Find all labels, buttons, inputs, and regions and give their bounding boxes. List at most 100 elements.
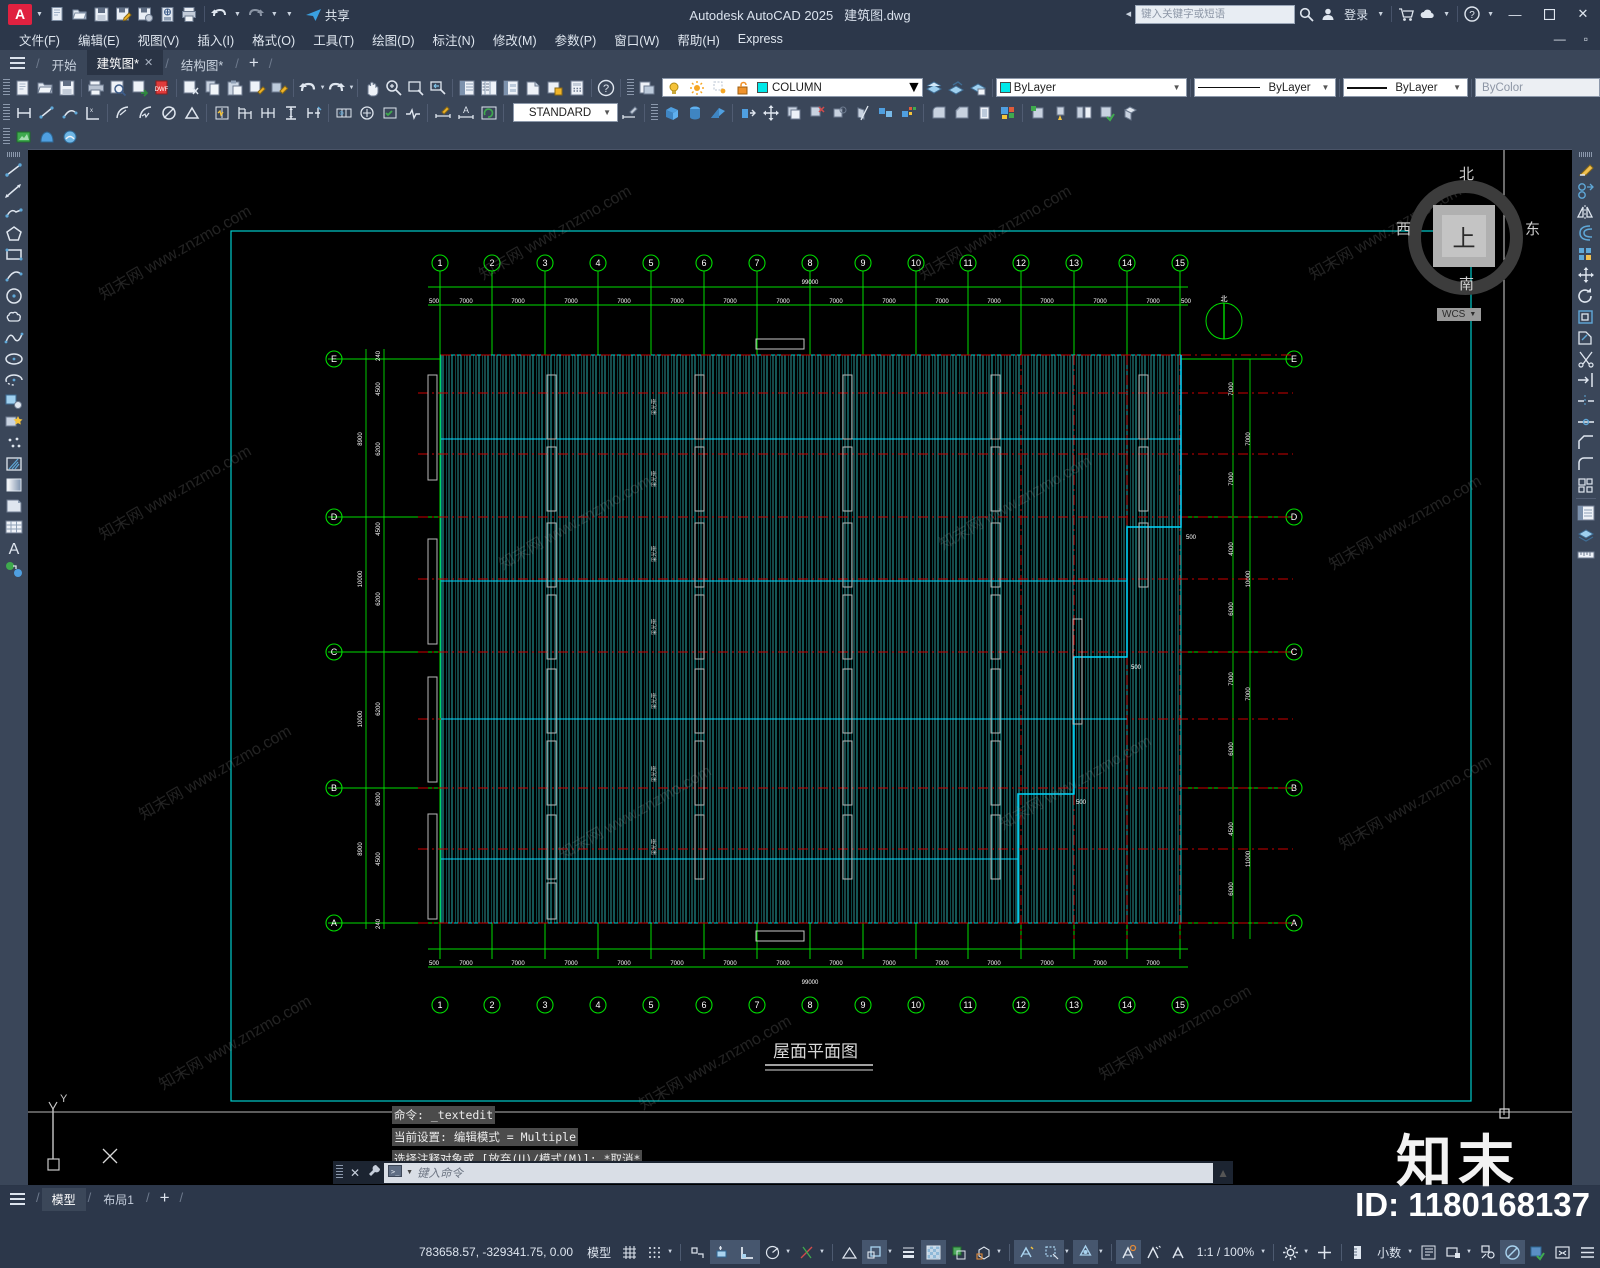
layer-freeze-vp-icon[interactable] bbox=[709, 77, 732, 99]
rotate-icon[interactable] bbox=[1573, 285, 1599, 306]
doc-restore-button[interactable]: ▫ bbox=[1576, 32, 1596, 46]
3d-shell-icon[interactable] bbox=[973, 102, 996, 124]
publish-icon[interactable] bbox=[129, 77, 151, 99]
coordinates-display[interactable]: 783658.57, -329341.75, 0.00 bbox=[411, 1245, 581, 1259]
dim-aligned-icon[interactable] bbox=[35, 102, 58, 124]
layer-combo-caret-icon[interactable]: ▼ bbox=[906, 79, 922, 97]
make-block-icon[interactable] bbox=[1, 411, 27, 432]
3d-solid-history-icon[interactable] bbox=[1118, 102, 1141, 124]
dynamic-input-icon[interactable] bbox=[710, 1240, 736, 1264]
layer-unlock-icon[interactable] bbox=[732, 77, 755, 99]
plot-icon[interactable] bbox=[135, 3, 157, 25]
print-icon[interactable] bbox=[179, 3, 201, 25]
ray-icon[interactable] bbox=[1, 180, 27, 201]
visual-style-icon[interactable] bbox=[35, 126, 58, 148]
3d-snap-caret-icon[interactable]: ▼ bbox=[996, 1249, 1005, 1255]
toolpalettes-icon[interactable] bbox=[500, 77, 522, 99]
copy-icon[interactable] bbox=[202, 77, 224, 99]
dim-space-icon[interactable] bbox=[279, 102, 302, 124]
infer-constraints-icon[interactable] bbox=[685, 1240, 710, 1264]
account-caret-icon[interactable]: ▼ bbox=[1377, 11, 1384, 18]
3d-subtract-icon[interactable] bbox=[805, 102, 828, 124]
add-selected-icon[interactable] bbox=[1, 558, 27, 579]
tolerance-icon[interactable]: ⊕ bbox=[332, 102, 355, 124]
menu-item-format[interactable]: 格式(O) bbox=[243, 28, 304, 51]
3d-union-icon[interactable] bbox=[782, 102, 805, 124]
3d-slice-icon[interactable] bbox=[851, 102, 874, 124]
dim-diameter-icon[interactable] bbox=[157, 102, 180, 124]
layer-thaw-icon[interactable] bbox=[686, 77, 709, 99]
menu-item-express[interactable]: Express bbox=[729, 30, 792, 48]
polygon-icon[interactable] bbox=[1, 222, 27, 243]
new-tab-button[interactable]: + bbox=[241, 53, 267, 75]
polar-caret-icon[interactable]: ▼ bbox=[785, 1249, 794, 1255]
hatch-icon[interactable] bbox=[1, 453, 27, 474]
paste-icon[interactable] bbox=[224, 77, 246, 99]
command-close-icon[interactable]: ✕ bbox=[346, 1166, 364, 1180]
spline-icon[interactable] bbox=[1, 327, 27, 348]
3d-separate-icon[interactable] bbox=[1072, 102, 1095, 124]
properties-panel-icon[interactable] bbox=[1573, 502, 1599, 523]
menu-item-view[interactable]: 视图(V) bbox=[129, 28, 189, 51]
linetype-caret-icon[interactable]: ▼ bbox=[1318, 83, 1332, 92]
help-icon[interactable]: ? bbox=[595, 77, 617, 99]
command-history-caret-icon[interactable]: ▼ bbox=[406, 1169, 413, 1176]
menu-icon[interactable] bbox=[1575, 1240, 1600, 1264]
viewcube-top-face[interactable]: 上 bbox=[1433, 205, 1495, 267]
3d-imprint-icon[interactable] bbox=[1026, 102, 1049, 124]
layer-panel-icon[interactable] bbox=[1573, 523, 1599, 544]
doc-minimize-button[interactable]: — bbox=[1546, 32, 1574, 46]
dim-continue-icon[interactable] bbox=[256, 102, 279, 124]
otrack-icon[interactable] bbox=[861, 1240, 887, 1264]
multiline-text-icon[interactable]: A bbox=[1, 537, 27, 558]
undo-icon[interactable] bbox=[208, 3, 230, 25]
drawing-canvas[interactable]: 500 7000 7000 7000 7000 7000 7000 7000 7000 70… bbox=[28, 149, 1572, 1185]
break-icon[interactable] bbox=[1573, 390, 1599, 411]
viewcube-west-label[interactable]: 西 bbox=[1396, 218, 1411, 239]
annotation-object-icon[interactable] bbox=[1166, 1240, 1191, 1264]
layer-previous-icon[interactable] bbox=[923, 77, 945, 99]
print-preview-icon[interactable] bbox=[107, 77, 129, 99]
copy-object-icon[interactable] bbox=[1573, 180, 1599, 201]
tab-architectural-drawing[interactable]: 建筑图* ✕ bbox=[86, 50, 164, 75]
dimension-style-caret-icon[interactable]: ▼ bbox=[600, 108, 614, 117]
tab-layout1[interactable]: 布局1 bbox=[93, 1188, 144, 1211]
rectangle-icon[interactable] bbox=[1, 243, 27, 264]
cloud-icon[interactable] bbox=[1417, 3, 1439, 25]
logo-dropdown-caret-icon[interactable]: ▼ bbox=[36, 11, 43, 18]
annotation-add-scale-icon[interactable] bbox=[1141, 1240, 1166, 1264]
3d-box-icon[interactable] bbox=[660, 102, 683, 124]
menu-item-parametric[interactable]: 参数(P) bbox=[546, 28, 606, 51]
zoom-realtime-icon[interactable] bbox=[383, 77, 405, 99]
layer-states-icon[interactable] bbox=[967, 77, 989, 99]
dim-break-icon[interactable] bbox=[302, 102, 325, 124]
open-file-icon[interactable] bbox=[69, 3, 91, 25]
fillet-icon[interactable] bbox=[1573, 453, 1599, 474]
dim-arc-length-icon[interactable] bbox=[58, 102, 81, 124]
workspace-caret-icon[interactable]: ▼ bbox=[1303, 1249, 1312, 1255]
help-caret-icon[interactable]: ▼ bbox=[1487, 11, 1494, 18]
units-caret-icon[interactable]: ▼ bbox=[1407, 1249, 1416, 1255]
open-icon[interactable] bbox=[34, 77, 56, 99]
annotation-visibility-icon[interactable] bbox=[1013, 1240, 1039, 1264]
dim-radius-icon[interactable] bbox=[111, 102, 134, 124]
command-scroll-up-icon[interactable]: ▲ bbox=[1213, 1166, 1233, 1180]
cart-icon[interactable] bbox=[1395, 3, 1417, 25]
maximize-button[interactable] bbox=[1532, 0, 1566, 28]
autoscale-caret-icon[interactable]: ▼ bbox=[1064, 1249, 1073, 1255]
menu-item-window[interactable]: 窗口(W) bbox=[605, 28, 668, 51]
cut-icon[interactable] bbox=[180, 77, 202, 99]
save-icon[interactable] bbox=[91, 3, 113, 25]
transparency-icon[interactable] bbox=[920, 1240, 946, 1264]
join-icon[interactable] bbox=[1573, 411, 1599, 432]
3d-extrude-icon[interactable] bbox=[736, 102, 759, 124]
center-mark-icon[interactable] bbox=[355, 102, 378, 124]
toolbar-grip-3[interactable] bbox=[3, 103, 10, 122]
3d-color-faces-icon[interactable] bbox=[996, 102, 1019, 124]
3d-cylinder-icon[interactable] bbox=[683, 102, 706, 124]
quick-properties-icon[interactable] bbox=[1416, 1240, 1441, 1264]
selection-cycling-icon[interactable] bbox=[946, 1240, 971, 1264]
ucs-caret-icon[interactable]: ▼ bbox=[1469, 311, 1476, 318]
search-input[interactable]: 键入关键字或短语 bbox=[1135, 4, 1296, 24]
command-bar-grip[interactable] bbox=[336, 1165, 343, 1180]
